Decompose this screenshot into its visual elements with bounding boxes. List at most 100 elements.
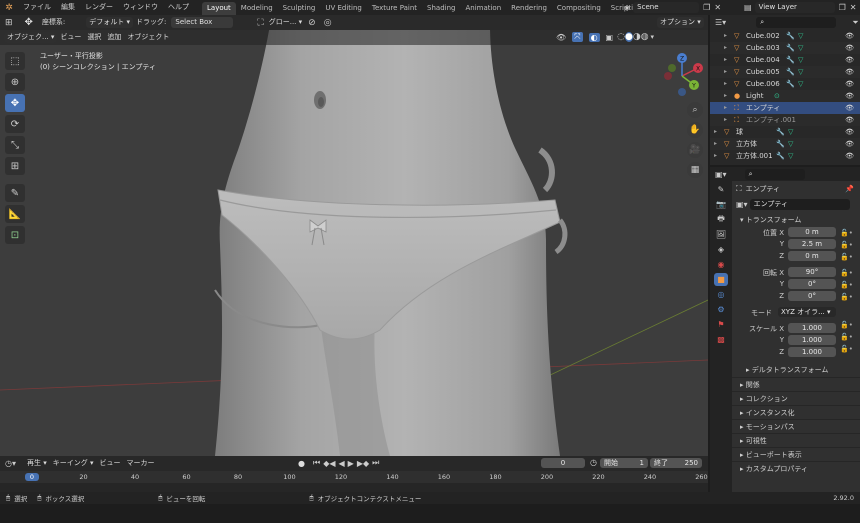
play-reverse-icon[interactable]: ◀ — [339, 459, 345, 468]
record-icon[interactable]: ● — [298, 459, 305, 468]
outliner-search[interactable]: ⌕ — [756, 17, 837, 28]
visibility-eye-icon[interactable]: 👁 — [845, 78, 854, 90]
view-layer-tab-icon[interactable]: 🖼 — [714, 228, 728, 241]
visibility-eye-icon[interactable]: 👁 — [845, 42, 854, 54]
tab-animation[interactable]: Animation — [460, 2, 506, 15]
scene-tab-icon[interactable]: ◈ — [714, 243, 728, 256]
view-layer-field[interactable]: View Layer — [754, 2, 835, 13]
add-cube-tool-icon[interactable]: ⊡ — [5, 226, 25, 244]
lock-icon[interactable]: 🔓• — [840, 279, 860, 291]
menu-keying[interactable]: キーイング ▾ — [50, 458, 97, 469]
menu-window[interactable]: ウィンドウ — [118, 0, 163, 15]
tab-shading[interactable]: Shading — [422, 2, 460, 15]
xray-icon[interactable]: ▣ — [606, 33, 614, 42]
scene-icon[interactable]: ◈ — [624, 3, 630, 12]
pan-hand-icon[interactable]: ✋ — [687, 122, 703, 138]
blender-logo-icon[interactable]: ✲ — [0, 3, 18, 13]
property-section-header[interactable]: ▸ モーションパス — [732, 419, 860, 433]
property-section-header[interactable]: ▸ 可視性 — [732, 433, 860, 447]
timeline-editor-icon[interactable]: ◷▾ — [5, 459, 16, 468]
zoom-icon[interactable]: ⌕ — [687, 102, 703, 118]
pivot-dropdown[interactable]: グロー... ▾ — [266, 17, 305, 28]
expand-arrow-icon[interactable]: ▸ — [724, 114, 727, 126]
orientation-dropdown[interactable]: デフォルト ▾ — [86, 17, 134, 28]
outliner-row[interactable]: ▸ ▽ Cube.002 🔧 ▽ 👁 — [710, 30, 860, 42]
outliner-row[interactable]: ▸ ▽ 立方体.001 🔧 ▽ 👁 — [710, 150, 860, 162]
menu-render[interactable]: レンダー — [80, 0, 118, 15]
menu-select[interactable]: 選択 — [84, 32, 104, 43]
lock-icon[interactable]: 🔓• — [840, 291, 860, 303]
outliner-editor-icon[interactable]: ☰▾ — [715, 18, 726, 27]
world-tab-icon[interactable]: ◉ — [714, 258, 728, 271]
physics-tab-icon[interactable]: ◎ — [714, 288, 728, 301]
frame-ruler[interactable]: 0 20 40 60 80 100 120 140 160 180 200 220 240 260 — [0, 471, 708, 483]
new-scene-icon[interactable]: ❐ — [703, 3, 710, 12]
visibility-eye-icon[interactable]: 👁 — [845, 90, 854, 102]
outliner-row[interactable]: ▸ ▽ 球 🔧 ▽ 👁 — [710, 126, 860, 138]
expand-arrow-icon[interactable]: ▸ — [714, 138, 717, 150]
visibility-eye-icon[interactable]: 👁 — [845, 126, 854, 138]
outliner-row[interactable]: ▸ ▽ Cube.005 🔧 ▽ 👁 — [710, 66, 860, 78]
expand-arrow-icon[interactable]: ▸ — [724, 42, 727, 54]
menu-object[interactable]: オブジェクト — [124, 32, 172, 43]
pin-icon[interactable]: 📌 — [845, 185, 854, 193]
expand-arrow-icon[interactable]: ▸ — [714, 150, 717, 162]
shading-options-icon[interactable]: ▾ — [651, 33, 655, 41]
tab-rendering[interactable]: Rendering — [506, 2, 552, 15]
new-view-layer-icon[interactable]: ❐ — [839, 3, 846, 12]
rotation-x-field[interactable]: 90° — [788, 267, 836, 277]
measure-tool-icon[interactable]: 📐 — [5, 205, 25, 223]
shading-rendered-icon[interactable]: ◍ — [641, 32, 649, 42]
texture-tab-icon[interactable]: ▩ — [714, 333, 728, 346]
3d-viewport[interactable]: オブジェク... ▾ ビュー 選択 追加 オブジェクト 👁 ⤧ ◐ ▣ ◌ ● … — [0, 30, 708, 456]
tab-modeling[interactable]: Modeling — [236, 2, 278, 15]
properties-editor-icon[interactable]: ▣▾ — [715, 170, 727, 179]
remove-scene-icon[interactable]: ✕ — [714, 3, 721, 12]
data-tab-icon[interactable]: ⚑ — [714, 318, 728, 331]
tab-layout[interactable]: Layout — [202, 1, 236, 15]
property-section-header[interactable]: ▸ カスタムプロパティ — [732, 461, 860, 475]
expand-arrow-icon[interactable]: ▸ — [724, 30, 727, 42]
visibility-eye-icon[interactable]: 👁 — [845, 114, 854, 126]
visibility-eye-icon[interactable]: 👁 — [845, 138, 854, 150]
timeline-body[interactable] — [0, 483, 708, 492]
object-tab-icon[interactable]: ■ — [714, 273, 728, 286]
tab-texture-paint[interactable]: Texture Paint — [367, 2, 422, 15]
menu-file[interactable]: ファイル — [18, 0, 56, 15]
pivot-icon[interactable]: ⛶ — [257, 18, 263, 28]
menu-edit[interactable]: 編集 — [56, 0, 80, 15]
rotation-mode-dropdown[interactable]: XYZ オイラ... ▾ — [778, 307, 836, 317]
mode-dropdown[interactable]: オブジェク... ▾ — [4, 32, 58, 43]
lock-icon[interactable]: 🔓• — [840, 267, 860, 279]
play-icon[interactable]: ▶ — [348, 459, 354, 468]
property-section-header[interactable]: ▸ インスタンス化 — [732, 405, 860, 419]
tab-uv-editing[interactable]: UV Editing — [320, 2, 367, 15]
render-tab-icon[interactable]: 📷 — [714, 198, 728, 211]
end-frame-field[interactable]: 終了 250 — [650, 458, 702, 468]
start-frame-field[interactable]: 開始 1 — [600, 458, 648, 468]
lock-icon[interactable]: 🔓• — [840, 227, 860, 239]
data-type-icon[interactable]: ▣▾ — [736, 200, 748, 209]
remove-view-layer-icon[interactable]: ✕ — [850, 3, 857, 12]
scale-z-field[interactable]: 1.000 — [788, 347, 836, 357]
select-box-tool-icon[interactable]: ⬚ — [5, 52, 25, 70]
navigation-gizmo[interactable]: X Z Y — [658, 52, 706, 100]
shading-material-icon[interactable]: ◑ — [633, 32, 641, 42]
next-keyframe-icon[interactable]: ▶◆ — [357, 459, 369, 468]
overlay-toggle-icon[interactable]: ◐ — [588, 32, 600, 42]
grid-toggle-icon[interactable]: ▦ — [687, 162, 703, 178]
expand-arrow-icon[interactable]: ▸ — [724, 102, 727, 114]
property-section-header[interactable]: ▸ ビューポート表示 — [732, 447, 860, 461]
expand-arrow-icon[interactable]: ▸ — [714, 126, 717, 138]
properties-search[interactable]: ⌕ — [744, 168, 805, 180]
outliner-row[interactable]: ▸ ⛶ エンプティ 👁 — [710, 102, 860, 114]
delta-transform-header[interactable]: ▸ デルタトランスフォーム — [732, 363, 860, 377]
scale-x-field[interactable]: 1.000 — [788, 323, 836, 333]
output-tab-icon[interactable]: 🖶 — [714, 213, 728, 226]
location-y-field[interactable]: 2.5 m — [788, 239, 836, 249]
view-layer-icon[interactable]: ▤ — [744, 3, 752, 12]
property-section-header[interactable]: ▸ コレクション — [732, 391, 860, 405]
tab-compositing[interactable]: Compositing — [552, 2, 606, 15]
rotation-y-field[interactable]: 0° — [788, 279, 836, 289]
visibility-eye-icon[interactable]: 👁 — [845, 66, 854, 78]
